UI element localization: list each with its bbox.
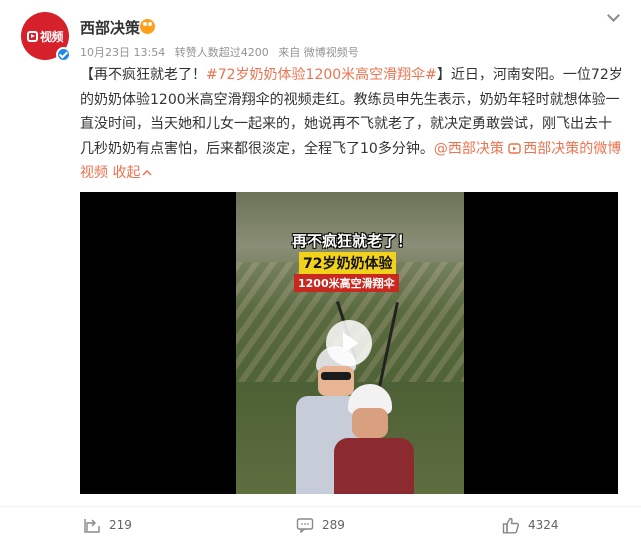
collapse-link[interactable]: 收起 bbox=[112, 165, 152, 181]
badge-icon[interactable] bbox=[140, 19, 155, 34]
user-name[interactable]: 西部决策 bbox=[80, 17, 140, 38]
post-text: 【再不疯狂就老了！#72岁奶奶体验1200米高空滑翔伞#】近日，河南安阳。一位7… bbox=[80, 63, 625, 186]
collapse-text: 收起 bbox=[112, 165, 141, 181]
chevron-up-icon bbox=[142, 169, 152, 176]
like-button[interactable]: 4324 bbox=[502, 514, 559, 536]
comment-button[interactable]: 289 bbox=[296, 514, 345, 536]
video-title-line1: 再不疯狂就老了！ bbox=[292, 232, 413, 250]
repost-count: 219 bbox=[109, 518, 132, 532]
comment-icon bbox=[296, 518, 314, 533]
topic-open: 【再不疯狂就老了！ bbox=[80, 67, 206, 83]
like-icon bbox=[502, 517, 519, 534]
mention-link[interactable]: @西部决策 bbox=[434, 141, 504, 157]
comment-count: 289 bbox=[322, 518, 345, 532]
like-count: 4324 bbox=[528, 518, 559, 532]
paragliders bbox=[296, 301, 436, 494]
video-logo-icon: 视频 bbox=[26, 28, 64, 45]
video-title-line2: 72岁奶奶体验 bbox=[299, 252, 397, 274]
avatar-logo-text: 视频 bbox=[39, 29, 64, 44]
timestamp[interactable]: 10月23日 13:54 bbox=[80, 46, 165, 59]
weibo-post-card: 视频 西部决策 10月23日 13:54 转赞人数超过4200 来自 微博视频号… bbox=[0, 0, 641, 543]
divider bbox=[0, 506, 641, 507]
repost-info: 转赞人数超过4200 bbox=[174, 46, 269, 59]
repost-button[interactable]: 219 bbox=[83, 514, 132, 536]
post-meta: 10月23日 13:54 转赞人数超过4200 来自 微博视频号 bbox=[80, 44, 365, 60]
video-player[interactable]: 再不疯狂就老了！ 72岁奶奶体验 1200米高空滑翔伞 bbox=[80, 192, 618, 494]
hashtag-link[interactable]: #72岁奶奶体验1200米高空滑翔伞# bbox=[206, 67, 437, 83]
source[interactable]: 来自 微博视频号 bbox=[278, 46, 359, 59]
play-icon[interactable] bbox=[326, 320, 372, 366]
chevron-down-icon[interactable] bbox=[606, 10, 620, 24]
video-title-line3: 1200米高空滑翔伞 bbox=[294, 274, 399, 292]
topic-close: 】 bbox=[436, 67, 451, 83]
verified-icon bbox=[56, 47, 71, 62]
repost-icon bbox=[84, 519, 100, 533]
video-link-icon bbox=[508, 142, 521, 154]
